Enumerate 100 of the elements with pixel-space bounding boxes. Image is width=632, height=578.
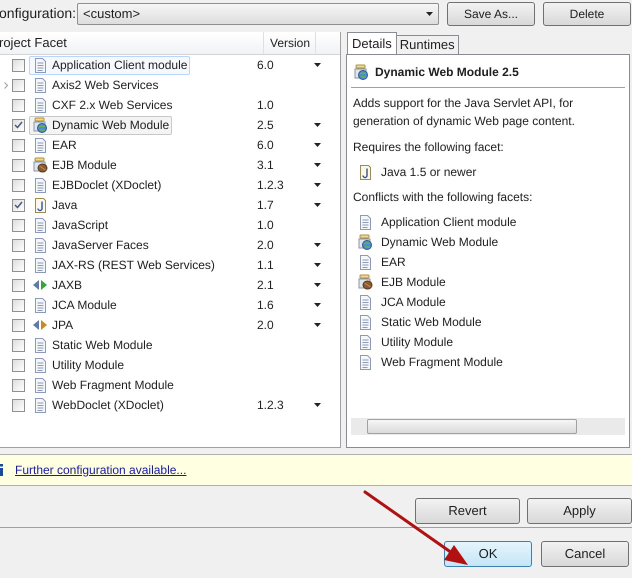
facet-item[interactable]: JAXB (29, 276, 86, 294)
document-icon (34, 338, 46, 352)
document-icon (34, 398, 46, 412)
checkbox[interactable] (12, 398, 25, 412)
column-header[interactable]: roject Facet (0, 32, 264, 54)
facet-item[interactable]: JCA Module (29, 296, 120, 314)
dropdown-arrow-icon[interactable] (314, 263, 321, 267)
checkbox[interactable] (12, 138, 25, 152)
checkbox[interactable] (12, 158, 25, 172)
combo-arrow-icon[interactable] (426, 12, 433, 16)
document-icon (34, 58, 46, 72)
facet-name: Java 1.5 or newer (381, 164, 476, 181)
document-icon (358, 294, 372, 310)
checkbox[interactable] (12, 198, 25, 212)
facet-name: Utility Module (381, 334, 454, 351)
facet-item[interactable]: Dynamic Web Module (29, 116, 172, 134)
version-cell-text: 1.0 (257, 217, 274, 234)
version-cell-text: 2.1 (257, 277, 274, 294)
column-header[interactable]: Version (264, 32, 316, 54)
facet-item[interactable]: CXF 2.x Web Services (29, 96, 176, 114)
document-icon (34, 378, 46, 392)
document-icon (34, 358, 46, 372)
facet-item[interactable]: WebDoclet (XDoclet) (29, 396, 167, 414)
document-icon (358, 214, 372, 230)
facet-item[interactable]: JavaScript (29, 216, 112, 234)
dropdown-arrow-icon[interactable] (314, 203, 321, 207)
delete-button[interactable]: Delete (543, 2, 631, 26)
checkbox[interactable] (12, 298, 25, 312)
dialog-button[interactable]: Apply (527, 498, 632, 524)
checkbox[interactable] (12, 118, 25, 132)
double-arrow-icon (32, 319, 48, 331)
checkbox[interactable] (12, 278, 25, 292)
version-cell-text: 1.6 (257, 297, 274, 314)
facet-item[interactable]: JPA (29, 316, 76, 334)
dialog-button[interactable]: OK (444, 541, 532, 567)
version-cell-text: 1.0 (257, 97, 274, 114)
dialog-button[interactable]: Cancel (541, 541, 629, 567)
document-icon (358, 254, 372, 270)
dropdown-arrow-icon[interactable] (314, 303, 321, 307)
dropdown-arrow-icon[interactable] (314, 63, 321, 67)
document-icon (34, 218, 46, 232)
document-icon (358, 334, 372, 350)
facet-item[interactable]: Utility Module (29, 356, 128, 374)
document-icon (34, 78, 46, 92)
facet-item[interactable]: JAX-RS (REST Web Services) (29, 256, 218, 274)
conflicts-heading: Conflicts with the following facets: (352, 189, 534, 206)
facet-item[interactable]: EAR (29, 136, 80, 154)
facet-item[interactable]: EJBDoclet (XDoclet) (29, 176, 164, 194)
checkbox[interactable] (12, 378, 25, 392)
save-as-button[interactable]: Save As... (447, 2, 535, 26)
expand-chevron-icon[interactable] (4, 82, 8, 88)
facet-item[interactable]: EJB Module (29, 156, 120, 174)
dropdown-arrow-icon[interactable] (314, 163, 321, 167)
dropdown-arrow-icon[interactable] (314, 243, 321, 247)
version-cell-text: 6.0 (257, 57, 274, 74)
facet-name: Static Web Module (381, 314, 482, 331)
facet-name: Web Fragment Module (381, 354, 503, 371)
facet-name: EAR (381, 254, 406, 271)
requires-heading: Requires the following facet: (352, 139, 505, 156)
dropdown-arrow-icon[interactable] (314, 183, 321, 187)
checkbox[interactable] (12, 318, 25, 332)
horizontal-scrollbar[interactable] (351, 418, 625, 435)
checkbox[interactable] (12, 178, 25, 192)
checkbox[interactable] (12, 218, 25, 232)
document-icon (34, 258, 46, 272)
facet-item[interactable]: Java (29, 196, 80, 214)
dropdown-arrow-icon[interactable] (314, 403, 321, 407)
version-cell-text: 2.5 (257, 117, 274, 134)
dropdown-arrow-icon[interactable] (314, 283, 321, 287)
facet-item[interactable]: Web Fragment Module (29, 376, 177, 394)
document-icon (34, 178, 46, 192)
info-icon (0, 464, 4, 476)
further-configuration-link[interactable]: Further configuration available... (15, 461, 186, 479)
checkbox[interactable] (12, 358, 25, 372)
globe-jar-icon (353, 64, 369, 80)
version-cell-text: 1.2.3 (257, 397, 284, 414)
dropdown-arrow-icon[interactable] (314, 143, 321, 147)
java-file-icon (358, 164, 372, 180)
dropdown-arrow-icon[interactable] (314, 323, 321, 327)
configuration-combo[interactable]: <custom> (77, 2, 439, 24)
facet-item[interactable]: JavaServer Faces (29, 236, 152, 254)
double-arrow-icon (32, 279, 48, 291)
globe-jar-icon (32, 117, 48, 133)
checkbox[interactable] (12, 78, 25, 92)
version-cell-text: 2.0 (257, 237, 274, 254)
version-cell-text: 3.1 (257, 157, 274, 174)
dialog-button[interactable]: Revert (415, 498, 520, 524)
checkbox[interactable] (12, 98, 25, 112)
facet-item[interactable]: Static Web Module (29, 336, 156, 354)
checkbox[interactable] (12, 238, 25, 252)
version-cell-text: 1.1 (257, 257, 274, 274)
document-icon (358, 354, 372, 370)
checkbox[interactable] (12, 338, 25, 352)
facet-item[interactable]: Application Client module (29, 56, 190, 74)
checkbox[interactable] (12, 258, 25, 272)
facet-item[interactable]: Axis2 Web Services (29, 76, 162, 94)
checkbox[interactable] (12, 58, 25, 72)
tab[interactable]: Details (347, 32, 397, 54)
tab[interactable]: Runtimes (396, 35, 459, 54)
dropdown-arrow-icon[interactable] (314, 123, 321, 127)
